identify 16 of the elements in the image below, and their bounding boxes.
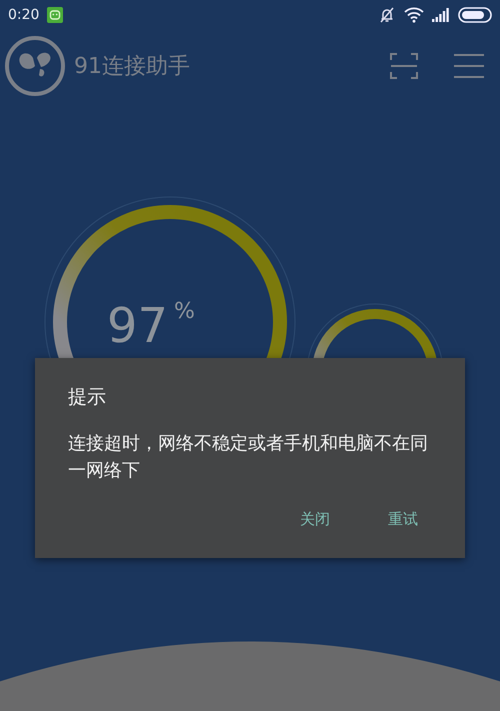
status-time: 0:20 (8, 7, 40, 23)
battery-icon (458, 7, 492, 23)
dialog-title: 提示 (68, 385, 107, 410)
signal-icon (432, 8, 450, 22)
wifi-icon (404, 7, 424, 23)
retry-button[interactable]: 重试 (374, 502, 432, 537)
butterfly-logo-icon (4, 35, 66, 97)
close-button[interactable]: 关闭 (286, 502, 344, 537)
app-title: 91连接助手 (74, 53, 190, 81)
scan-icon[interactable] (390, 52, 418, 80)
mute-bell-icon (378, 6, 396, 24)
menu-icon[interactable] (454, 53, 484, 79)
dialog-message: 连接超时，网络不稳定或者手机和电脑不在同一网络下 (68, 432, 429, 483)
percent-value: 97 (106, 298, 168, 354)
app-notification-icon (47, 7, 64, 23)
percent-unit: % (174, 299, 195, 324)
